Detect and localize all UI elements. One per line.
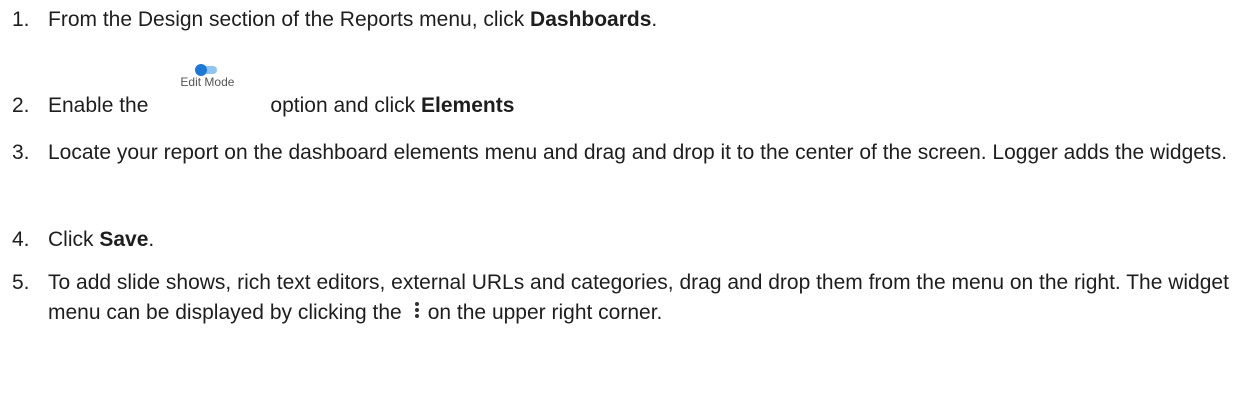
step-text-part: on the upper right corner. — [427, 301, 663, 324]
step-number: 5. — [12, 271, 30, 294]
toggle-switch-icon — [195, 64, 218, 76]
step-number: 4. — [12, 228, 30, 251]
step-text-part: . — [651, 8, 658, 31]
edit-mode-label: Edit Mode — [180, 75, 235, 89]
elements-label: Elements — [421, 94, 515, 117]
step-text: From the Design section of the Reports m… — [48, 5, 1229, 35]
step-text-part: . — [148, 228, 155, 251]
step-3: 3. Locate your report on the dashboard e… — [12, 138, 1229, 168]
step-text: To add slide shows, rich text editors, e… — [48, 268, 1229, 328]
edit-mode-toggle-image: Edit Mode — [158, 64, 258, 121]
save-label: Save — [99, 228, 149, 251]
step-number: 2. — [12, 94, 30, 117]
step-text-part: Click — [48, 228, 100, 251]
step-text-part: From the Design section of the Reports m… — [48, 8, 531, 31]
step-text: Locate your report on the dashboard elem… — [48, 141, 1228, 164]
step-4: 4. Click Save. — [12, 225, 1229, 255]
step-number: 3. — [12, 141, 30, 164]
step-text-part: Enable the — [48, 94, 149, 117]
step-5: 5. To add slide shows, rich text editors… — [12, 268, 1229, 328]
step-text: Click Save. — [48, 225, 1229, 255]
step-text: Enable the Edit Mode option and click Elem… — [48, 64, 1229, 121]
step-2: 2. Enable the Edit Mode option and click E… — [12, 64, 1229, 121]
dashboards-label: Dashboards — [530, 8, 652, 31]
step-text-part: option and click — [270, 94, 422, 117]
step-1: 1. From the Design section of the Report… — [12, 5, 1229, 35]
vertical-ellipsis-icon — [414, 301, 420, 321]
step-number: 1. — [12, 8, 30, 31]
